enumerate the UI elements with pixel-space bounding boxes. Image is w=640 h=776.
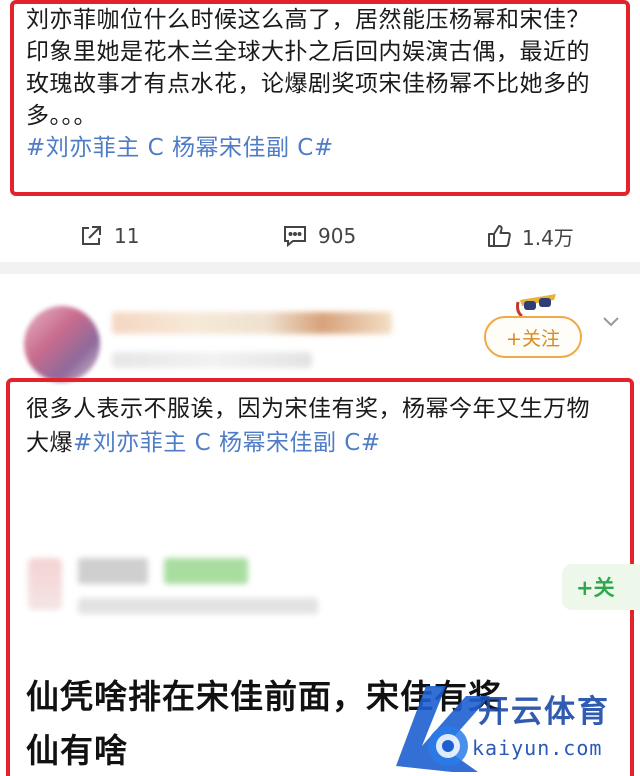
blurred-post-meta <box>78 598 318 614</box>
blurred-badge <box>164 558 248 584</box>
repost-button[interactable]: 11 <box>78 212 139 260</box>
avatar[interactable] <box>24 306 100 382</box>
hashtag-link[interactable]: #刘亦菲主 C 杨幂宋佳副 C# <box>26 135 334 161</box>
watermark-text: 开云体育 <box>478 694 610 730</box>
feed-divider <box>0 262 640 274</box>
follow-button[interactable]: +关注 <box>484 316 582 358</box>
chevron-down-icon[interactable] <box>600 310 622 332</box>
thumbs-up-icon <box>488 225 511 247</box>
watermark-url: kaiyun.com <box>472 736 603 760</box>
post-body: 很多人表示不服诶，因为宋佳有奖，杨幂今年又生万物大爆#刘亦菲主 C 杨幂宋佳副 … <box>26 392 612 460</box>
blurred-username <box>112 312 392 334</box>
hashtag-link[interactable]: #刘亦菲主 C 杨幂宋佳副 C# <box>73 430 381 456</box>
like-count: 1.4万 <box>522 225 574 250</box>
post-card-1: 刘亦菲咖位什么时候这么高了，居然能压杨幂和宋佳？印象里她是花木兰全球大扑之后回内… <box>0 0 640 270</box>
repost-count: 11 <box>114 224 140 248</box>
comment-count: 905 <box>318 224 357 248</box>
blurred-post-meta <box>112 352 312 368</box>
comment-icon <box>284 226 306 248</box>
embedded-text-line-2: 仙有啥 <box>26 731 128 770</box>
action-bar: 11 905 1.4万 <box>0 212 640 260</box>
blurred-username <box>78 558 148 584</box>
sunglasses-decoration-icon <box>516 294 556 318</box>
like-button[interactable]: 1.4万 <box>486 212 574 260</box>
post-body: 刘亦菲咖位什么时候这么高了，居然能压杨幂和宋佳？印象里她是花木兰全球大扑之后回内… <box>26 4 612 164</box>
post-text: 刘亦菲咖位什么时候这么高了，居然能压杨幂和宋佳？印象里她是花木兰全球大扑之后回内… <box>26 7 590 129</box>
embedded-avatar <box>28 558 62 610</box>
embedded-follow-button[interactable]: +关 <box>562 564 640 610</box>
share-icon <box>82 226 101 245</box>
comment-button[interactable]: 905 <box>282 212 356 260</box>
